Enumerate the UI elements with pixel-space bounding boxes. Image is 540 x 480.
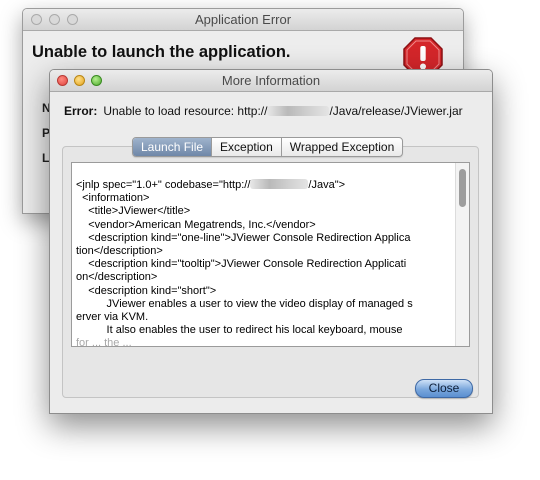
more-information-titlebar: More Information — [50, 70, 492, 92]
code-line: <jnlp spec="1.0+" codebase="http:// — [76, 179, 251, 191]
minimize-traffic-light[interactable] — [49, 14, 60, 25]
error-text-suffix: /Java/release/JViewer.jar — [329, 104, 463, 118]
code-line: <description kind="one-line">JViewer Con… — [76, 231, 411, 244]
application-error-titlebar: Application Error — [23, 9, 463, 31]
code-line: <information> — [76, 192, 150, 205]
zoom-traffic-light[interactable] — [91, 75, 102, 86]
redacted-host — [250, 179, 309, 189]
close-button[interactable]: Close — [415, 379, 473, 398]
close-traffic-light[interactable] — [57, 75, 68, 86]
tab-wrapped-exception[interactable]: Wrapped Exception — [280, 138, 403, 156]
code-line: /Java"> — [308, 179, 346, 191]
scrollbar-thumb[interactable] — [459, 169, 466, 207]
launch-file-content: <jnlp spec="1.0+" codebase="http:// /Java… — [76, 179, 456, 347]
code-line: on</description> — [76, 271, 158, 284]
error-text-prefix: Unable to load resource: http:// — [103, 104, 268, 118]
error-message: Error: Unable to load resource: http:// /J… — [64, 104, 463, 118]
code-line: <description kind="short"> — [76, 284, 217, 297]
code-line: It also enables the user to redirect his… — [76, 324, 403, 337]
redacted-host — [267, 106, 330, 116]
code-line: <description kind="tooltip">JViewer Cons… — [76, 258, 407, 271]
window-title: Application Error — [194, 12, 292, 27]
launch-file-text-area[interactable]: <jnlp spec="1.0+" codebase="http:// /Java… — [71, 162, 470, 347]
code-line: <vendor>American Megatrends, Inc.</vendo… — [76, 218, 316, 231]
code-line: tion</description> — [76, 245, 163, 258]
tab-launch-file[interactable]: Launch File — [133, 138, 212, 156]
error-heading: Unable to launch the application. — [32, 43, 291, 61]
more-information-window: More Information Error: Unable to load re… — [49, 69, 493, 414]
zoom-traffic-light[interactable] — [67, 14, 78, 25]
code-line: erver via KVM. — [76, 311, 149, 324]
code-line: for ... the ... — [76, 337, 135, 347]
error-label: Error: — [64, 104, 98, 118]
window-title: More Information — [221, 73, 321, 88]
code-line: JViewer enables a user to view the video… — [76, 297, 413, 310]
close-traffic-light[interactable] — [31, 14, 42, 25]
tab-bar: Launch File Exception Wrapped Exception — [132, 137, 404, 157]
minimize-traffic-light[interactable] — [74, 75, 85, 86]
code-line: <title>JViewer</title> — [76, 205, 191, 218]
tab-exception[interactable]: Exception — [211, 138, 281, 156]
vertical-scrollbar[interactable] — [455, 163, 469, 346]
